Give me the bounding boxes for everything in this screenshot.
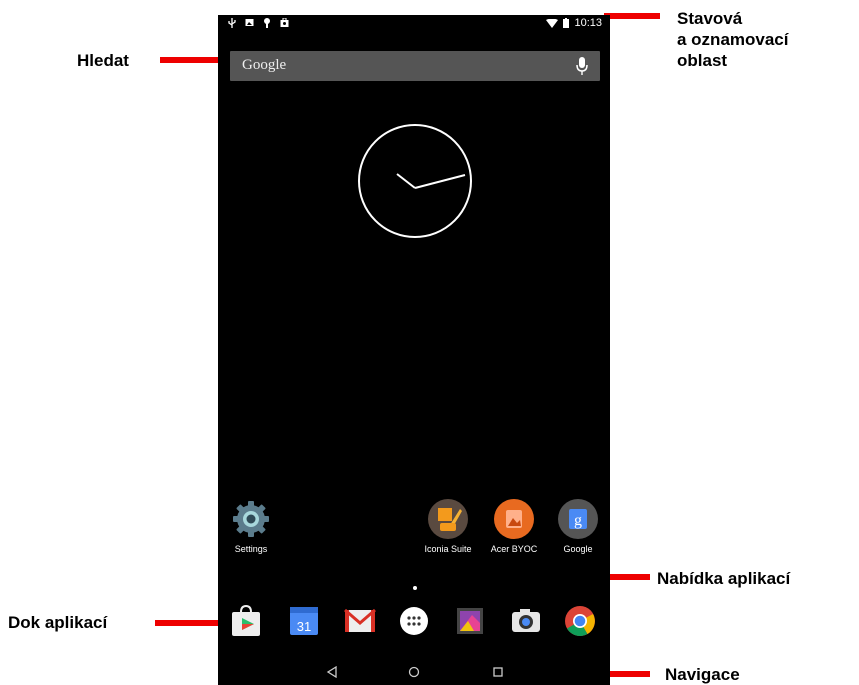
app-drawer-icon[interactable] (396, 603, 432, 639)
calendar-icon[interactable]: 31 (286, 603, 322, 639)
callout-bar-status (604, 13, 660, 19)
analog-clock-widget[interactable] (356, 122, 474, 240)
acer-byoc-icon (494, 499, 534, 539)
shop-icon (280, 18, 289, 27)
recents-icon[interactable] (492, 666, 504, 678)
image-icon (245, 19, 254, 26)
search-label: Google (242, 57, 287, 73)
annotation-navigation: Navigace (665, 665, 740, 684)
status-time: 10:13 (574, 17, 602, 29)
annotation-status-line3: oblast (677, 51, 728, 70)
home-icon[interactable] (408, 666, 420, 678)
google-folder-icon: g (558, 499, 598, 539)
calendar-day: 31 (297, 619, 311, 634)
back-icon[interactable] (326, 666, 338, 678)
app-label-google: Google (563, 544, 593, 554)
iconia-suite-icon (428, 499, 468, 539)
navigation-bar (218, 660, 610, 685)
microphone-icon[interactable] (576, 57, 588, 75)
app-label-settings: Settings (234, 544, 268, 554)
page-indicator-dot (413, 586, 417, 590)
battery-icon (563, 18, 570, 28)
wifi-icon (546, 18, 559, 28)
chrome-icon[interactable] (562, 603, 598, 639)
status-right: 10:13 (546, 17, 602, 29)
annotation-app-menu: Nabídka aplikací (657, 569, 791, 588)
google-search-bar[interactable]: Google (230, 51, 600, 81)
app-google-folder[interactable]: g Google (538, 499, 610, 554)
camera-icon[interactable] (508, 603, 544, 639)
tablet-screen: 10:13 Google Settings Iconia Suite Acer … (218, 15, 610, 685)
play-store-icon[interactable] (228, 603, 264, 639)
usb-icon (228, 18, 236, 28)
settings-icon (231, 499, 271, 539)
annotation-status-area: Stavová a oznamovací oblast (677, 8, 789, 71)
app-settings[interactable]: Settings (218, 499, 291, 554)
annotation-status-line2: a oznamovací (677, 30, 789, 49)
notification-icons (228, 18, 289, 28)
gmail-icon[interactable] (342, 603, 378, 639)
gallery-icon[interactable] (452, 603, 488, 639)
annotation-dock: Dok aplikací (8, 613, 108, 632)
svg-text:g: g (574, 512, 582, 529)
annotation-status-line1: Stavová (677, 9, 743, 28)
android-icon (264, 18, 270, 28)
status-bar[interactable]: 10:13 (218, 15, 610, 35)
annotation-search: Hledat (77, 51, 129, 70)
